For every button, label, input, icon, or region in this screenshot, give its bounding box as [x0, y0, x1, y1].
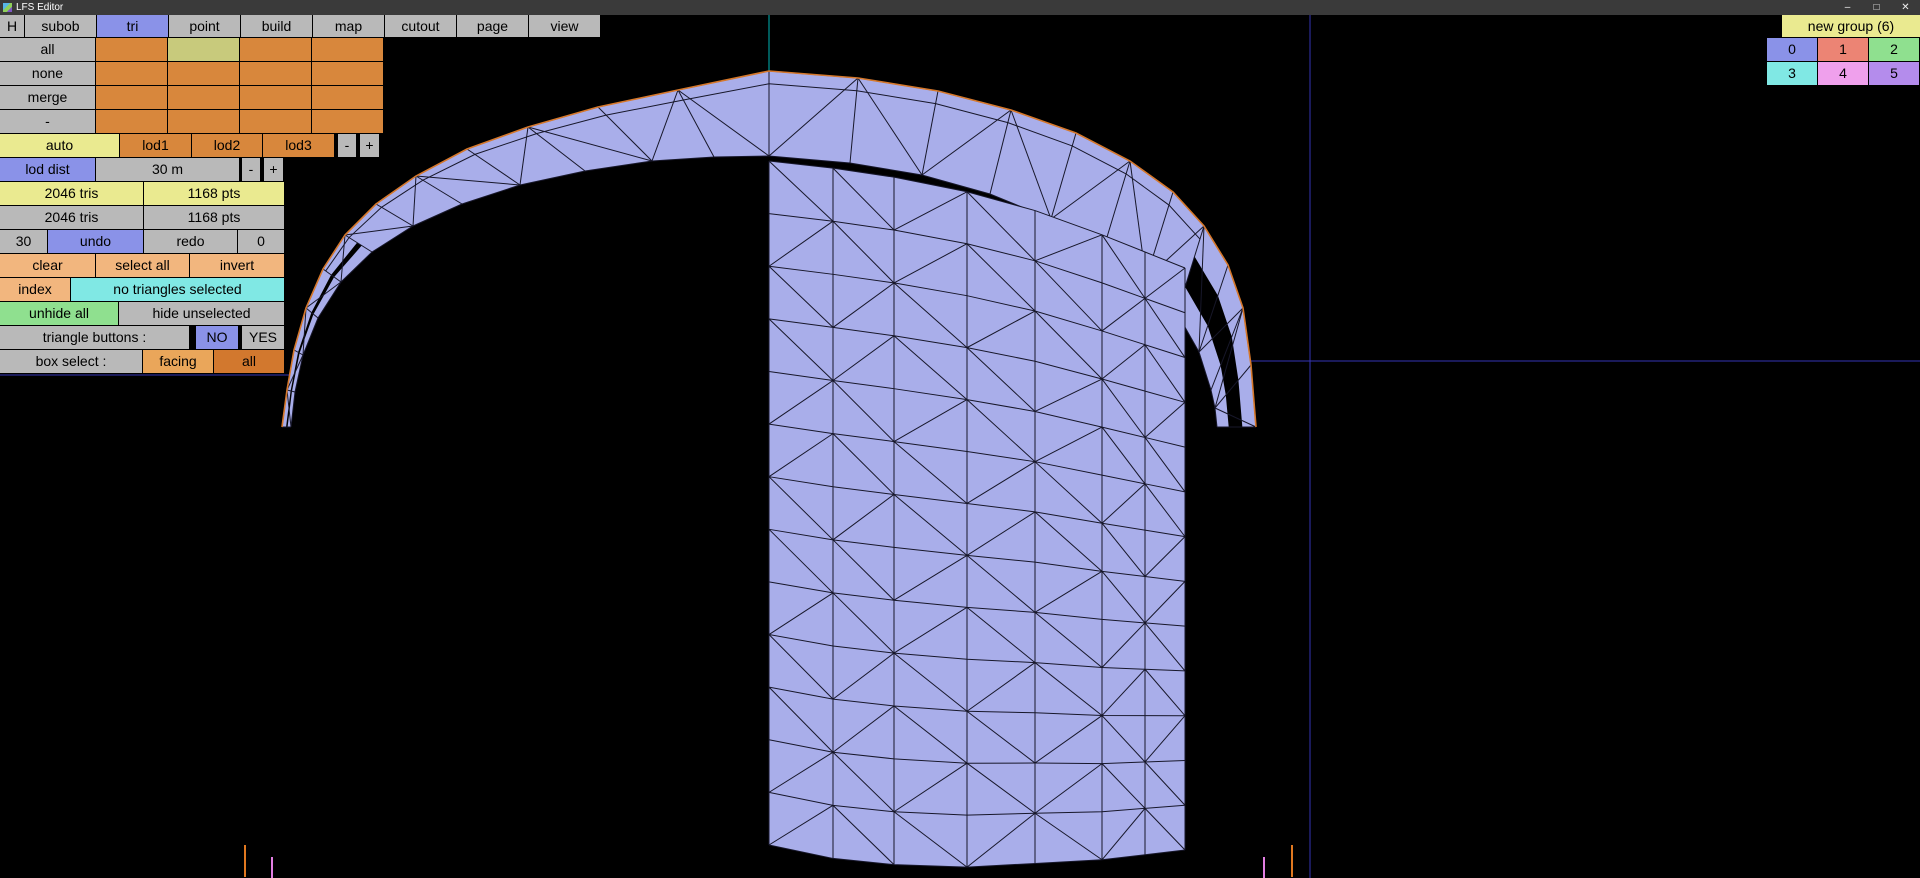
close-button[interactable]: ✕	[1891, 0, 1920, 15]
selection-status: no triangles selected	[71, 278, 284, 301]
clear-button[interactable]: clear	[0, 254, 95, 277]
lod-dist-value: 30 m	[96, 158, 239, 181]
group-button-3[interactable]: 3	[1767, 62, 1817, 85]
undo-button[interactable]: undo	[48, 230, 143, 253]
box-select-all[interactable]: all	[214, 350, 284, 373]
index-button[interactable]: index	[0, 278, 70, 301]
triangle-buttons-label: triangle buttons :	[0, 326, 189, 349]
palette-cell[interactable]	[168, 38, 239, 61]
box-select-label: box select :	[0, 350, 142, 373]
palette-cell[interactable]	[240, 62, 311, 85]
group-button-5[interactable]: 5	[1869, 62, 1919, 85]
palette-cell[interactable]	[96, 38, 167, 61]
menu-item-tri[interactable]: tri	[97, 15, 168, 37]
group-button-0[interactable]: 0	[1767, 38, 1817, 61]
pts-count-total: 1168 pts	[144, 206, 284, 229]
palette-cell[interactable]	[312, 62, 383, 85]
tris-count-selected: 2046 tris	[0, 182, 143, 205]
lod-dist-label: lod dist	[0, 158, 95, 181]
group-button-1[interactable]: 1	[1818, 38, 1868, 61]
lod-minus-button[interactable]: -	[338, 134, 356, 157]
menu-item-point[interactable]: point	[169, 15, 240, 37]
window-controls: – □ ✕	[1833, 0, 1920, 15]
box-select-facing[interactable]: facing	[143, 350, 213, 373]
palette-cell[interactable]	[96, 110, 167, 133]
dash-button[interactable]: -	[0, 110, 95, 133]
menu-item-cutout[interactable]: cutout	[385, 15, 456, 37]
palette-cell[interactable]	[96, 86, 167, 109]
maximize-button[interactable]: □	[1862, 0, 1891, 15]
group-button-2[interactable]: 2	[1869, 38, 1919, 61]
app-icon	[3, 3, 12, 12]
lod-dist-minus-button[interactable]: -	[242, 158, 260, 181]
palette-cell[interactable]	[312, 38, 383, 61]
unhide-all-button[interactable]: unhide all	[0, 302, 118, 325]
palette-cell[interactable]	[96, 62, 167, 85]
select-all-button[interactable]: select all	[96, 254, 189, 277]
invert-button[interactable]: invert	[190, 254, 284, 277]
palette-cell[interactable]	[168, 86, 239, 109]
palette-cell[interactable]	[240, 38, 311, 61]
lod2-button[interactable]: lod2	[192, 134, 262, 157]
lod-dist-plus-button[interactable]: +	[264, 158, 283, 181]
palette-cell[interactable]	[240, 86, 311, 109]
group-button-4[interactable]: 4	[1818, 62, 1868, 85]
menu-item-map[interactable]: map	[313, 15, 384, 37]
palette-cell[interactable]	[312, 86, 383, 109]
menu-item-page[interactable]: page	[457, 15, 528, 37]
merge-button[interactable]: merge	[0, 86, 95, 109]
triangle-buttons-no[interactable]: NO	[196, 326, 238, 349]
menu-item-h[interactable]: H	[0, 15, 24, 37]
pts-count-selected: 1168 pts	[144, 182, 284, 205]
titlebar: LFS Editor – □ ✕	[0, 0, 1920, 15]
palette-cell[interactable]	[168, 110, 239, 133]
tris-count-total: 2046 tris	[0, 206, 143, 229]
auto-button[interactable]: auto	[0, 134, 119, 157]
all-button[interactable]: all	[0, 38, 95, 61]
lod-plus-button[interactable]: +	[360, 134, 379, 157]
palette-cell[interactable]	[168, 62, 239, 85]
palette-cell[interactable]	[312, 110, 383, 133]
window-title: LFS Editor	[16, 2, 64, 13]
new-group-button[interactable]: new group (6)	[1782, 15, 1920, 37]
mesh	[281, 70, 1257, 868]
lod3-button[interactable]: lod3	[263, 134, 334, 157]
menu-item-view[interactable]: view	[529, 15, 600, 37]
redo-button[interactable]: redo	[144, 230, 237, 253]
undo-count: 30	[0, 230, 47, 253]
triangle-buttons-yes[interactable]: YES	[242, 326, 284, 349]
palette-cell[interactable]	[240, 110, 311, 133]
hide-unselected-button[interactable]: hide unselected	[119, 302, 284, 325]
menu-item-build[interactable]: build	[241, 15, 312, 37]
menu-item-subob[interactable]: subob	[25, 15, 96, 37]
palette-grid	[96, 38, 383, 133]
none-button[interactable]: none	[0, 62, 95, 85]
redo-count: 0	[238, 230, 284, 253]
minimize-button[interactable]: –	[1833, 0, 1862, 15]
lod1-button[interactable]: lod1	[120, 134, 191, 157]
